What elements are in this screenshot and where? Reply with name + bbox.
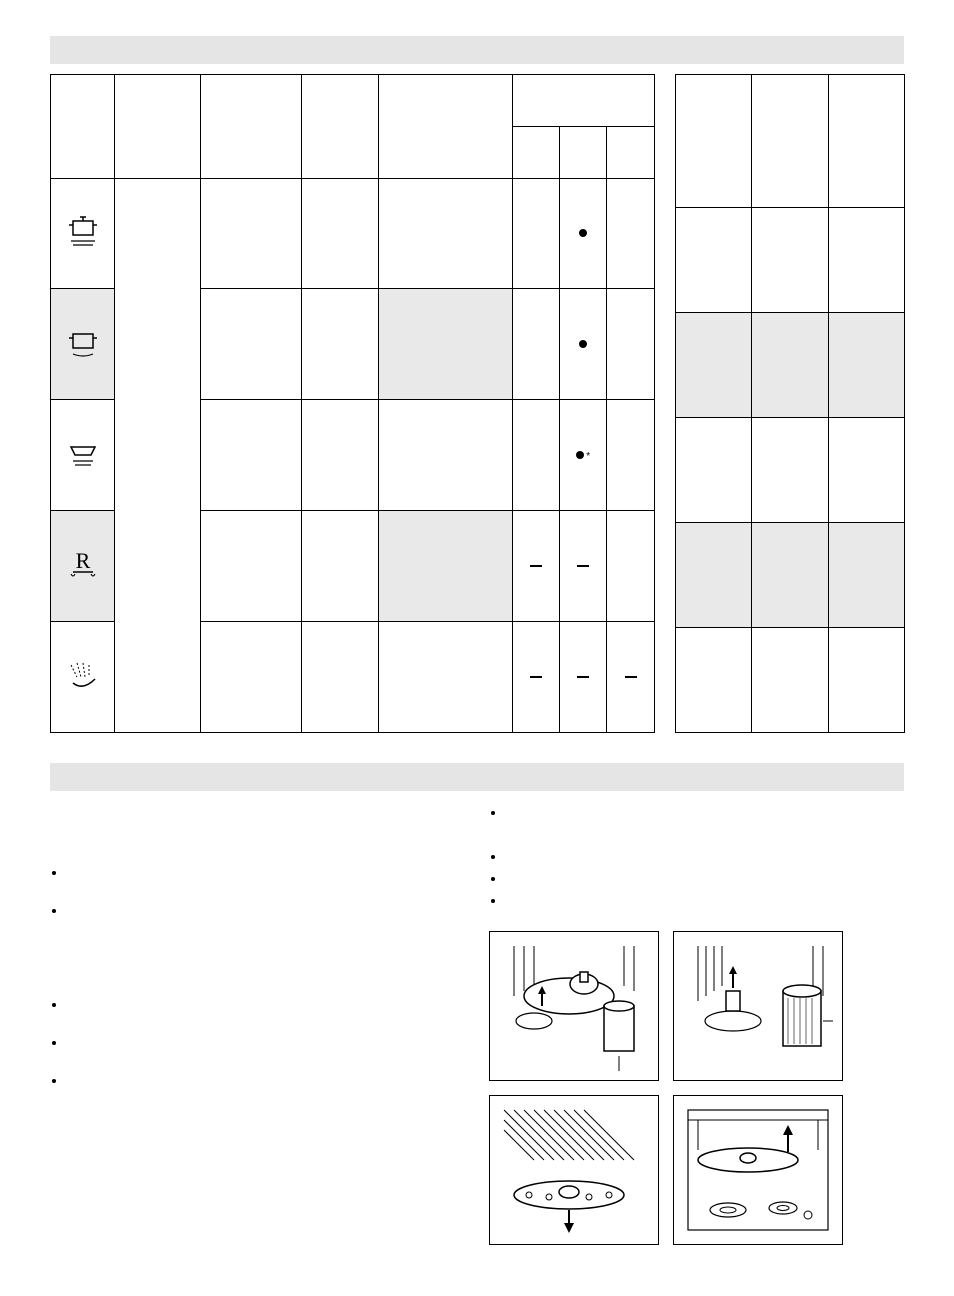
left-column bbox=[50, 801, 465, 1245]
hdr-c3 bbox=[301, 75, 378, 179]
sub-d1 bbox=[512, 126, 559, 178]
row5-c2 bbox=[200, 622, 301, 733]
right-bullet-list bbox=[489, 805, 904, 907]
row5-c4 bbox=[379, 622, 512, 733]
row1-c4 bbox=[379, 178, 512, 289]
row4-d1 bbox=[512, 511, 559, 622]
row1-c3 bbox=[301, 178, 378, 289]
list-item bbox=[505, 871, 904, 885]
row1-d2 bbox=[560, 178, 607, 289]
list-item bbox=[66, 997, 465, 1011]
figure-spray-arm-upper bbox=[489, 1095, 659, 1245]
row4-d2 bbox=[560, 511, 607, 622]
hdr-c4 bbox=[379, 75, 512, 179]
svg-text:R: R bbox=[75, 548, 90, 573]
row4-d3 bbox=[607, 511, 655, 622]
pot-normal-icon bbox=[63, 322, 103, 362]
row3-c4 bbox=[379, 400, 512, 511]
section-title-bar-2 bbox=[50, 763, 904, 791]
hdr-c1 bbox=[115, 75, 200, 179]
hdr-c2 bbox=[200, 75, 301, 179]
program-table: * R bbox=[50, 74, 655, 733]
row-icon bbox=[51, 400, 115, 511]
row4-c4 bbox=[379, 511, 512, 622]
row1-c1 bbox=[115, 178, 200, 733]
side-h2 bbox=[752, 75, 828, 208]
figure-filter-2 bbox=[673, 931, 843, 1081]
left-bullet-list bbox=[50, 865, 465, 1087]
row3-d3 bbox=[607, 400, 655, 511]
row3-c2 bbox=[200, 400, 301, 511]
row3-d1 bbox=[512, 400, 559, 511]
side-r2c bbox=[828, 313, 904, 418]
side-r1b bbox=[752, 208, 828, 313]
hdr-det bbox=[512, 75, 654, 127]
side-r5a bbox=[676, 628, 752, 733]
side-r3c bbox=[828, 418, 904, 523]
side-r1c bbox=[828, 208, 904, 313]
rinse-r-icon: R bbox=[63, 544, 103, 584]
row1-d1 bbox=[512, 178, 559, 289]
side-r3a bbox=[676, 418, 752, 523]
pot-heavy-icon bbox=[63, 211, 103, 251]
row2-c3 bbox=[301, 289, 378, 400]
row2-d3 bbox=[607, 289, 655, 400]
row5-c3 bbox=[301, 622, 378, 733]
list-item bbox=[66, 1035, 465, 1049]
side-r4a bbox=[676, 523, 752, 628]
right-column bbox=[489, 801, 904, 1245]
side-r2a bbox=[676, 313, 752, 418]
row3-d2: * bbox=[560, 400, 607, 511]
section-title-bar-1 bbox=[50, 36, 904, 64]
spray-icon bbox=[63, 655, 103, 695]
row4-c3 bbox=[301, 511, 378, 622]
side-h3 bbox=[828, 75, 904, 208]
row-icon bbox=[51, 289, 115, 400]
figure-spray-arm-lower bbox=[673, 1095, 843, 1245]
list-item bbox=[505, 849, 904, 863]
list-item bbox=[505, 893, 904, 907]
row-icon bbox=[51, 622, 115, 733]
side-r3b bbox=[752, 418, 828, 523]
side-r4c bbox=[828, 523, 904, 628]
side-h1 bbox=[676, 75, 752, 208]
side-r5b bbox=[752, 628, 828, 733]
sub-d3 bbox=[607, 126, 655, 178]
row-icon bbox=[51, 178, 115, 289]
row5-d1 bbox=[512, 622, 559, 733]
list-item bbox=[66, 1073, 465, 1087]
row1-c2 bbox=[200, 178, 301, 289]
row2-d2 bbox=[560, 289, 607, 400]
row3-c3 bbox=[301, 400, 378, 511]
side-r1a bbox=[676, 208, 752, 313]
list-item bbox=[66, 865, 465, 879]
figure-filter-1 bbox=[489, 931, 659, 1081]
row2-d1 bbox=[512, 289, 559, 400]
consumption-table bbox=[675, 74, 905, 733]
side-r5c bbox=[828, 628, 904, 733]
row5-d2 bbox=[560, 622, 607, 733]
row2-c4 bbox=[379, 289, 512, 400]
sub-d2 bbox=[560, 126, 607, 178]
row2-c2 bbox=[200, 289, 301, 400]
side-r2b bbox=[752, 313, 828, 418]
list-item bbox=[66, 903, 465, 917]
plates-icon bbox=[63, 433, 103, 473]
list-item bbox=[505, 805, 904, 819]
row-icon: R bbox=[51, 511, 115, 622]
hdr-icon bbox=[51, 75, 115, 179]
row5-d3 bbox=[607, 622, 655, 733]
row1-d3 bbox=[607, 178, 655, 289]
side-r4b bbox=[752, 523, 828, 628]
row4-c2 bbox=[200, 511, 301, 622]
